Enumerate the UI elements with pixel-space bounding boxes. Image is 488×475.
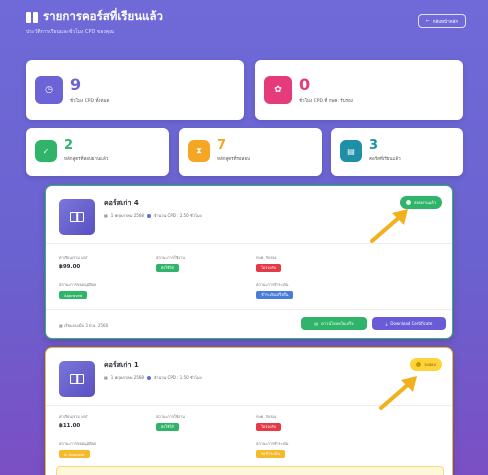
approval-label: สถานะการขออนุมัติผล [59, 441, 97, 446]
receipt-icon: ▤ [314, 321, 319, 326]
notice-box [56, 466, 444, 475]
course-book-icon [59, 361, 95, 397]
course-meta: ▦ 1 พฤษภาคม 2568 จำนวน CPD : 1.50 ชั่วโม… [104, 374, 202, 381]
stat-value: 9 [70, 75, 82, 94]
stat-card-passed: ✓ 2 หลักสูตรที่สอบผ่านแล้ว [26, 128, 169, 176]
payment-value: ชำระเงินเสร็จสิ้น [261, 292, 289, 297]
download-icon: ⤓ [385, 321, 388, 326]
status-badge-label: รอสอบ [424, 362, 436, 367]
stat-label: ชั่วโมง CPD ที่ กพค. รับรอง [299, 99, 353, 104]
approval-badge: Approved [59, 291, 88, 299]
annotation-arrow-icon [379, 376, 417, 410]
calendar-icon: ▦ [104, 375, 108, 380]
arrow-left-icon: ← [425, 18, 430, 24]
clock-icon: ◷ [35, 76, 63, 104]
course-cpd: จำนวน CPD : 2.50 ชั่วโมง [153, 213, 202, 218]
cert-badge: ไม่รองรับ [256, 264, 282, 272]
course-meta: ▦ 1 พฤษภาคม 2568 จำนวน CPD : 2.50 ชั่วโม… [104, 212, 202, 219]
cpd-dot-icon [146, 375, 151, 380]
payment-value: รอชำระเงิน [261, 451, 280, 456]
course-name: คอร์สเก่า 1 [104, 361, 139, 369]
stat-card-enrolled: ▤ 3 คอร์สที่เรียนแล้ว [331, 128, 463, 176]
stat-label: คอร์สที่เรียนแล้ว [369, 157, 401, 162]
back-button-label: กลับหน้าหลัก [432, 19, 459, 25]
check-icon: ✓ [35, 140, 57, 162]
payment-label: สถานะการชำระเงิน [256, 282, 289, 287]
course-date: 1 พฤษภาคม 2568 [110, 375, 144, 380]
cert-value: ไม่รองรับ [261, 424, 277, 429]
receipt-button-label: ดาวน์โหลดใบเสร็จ [321, 321, 354, 326]
hourglass-icon: ⧗ [188, 140, 210, 162]
stat-value: 7 [217, 138, 227, 153]
usage-badge: ยังใช้ได้ [156, 264, 179, 272]
usage-value: ยังใช้ได้ [161, 265, 174, 270]
course-book-icon [59, 199, 95, 235]
usage-value: ยังใช้ได้ [161, 424, 174, 429]
payment-badge: ชำระเงินเสร็จสิ้น [256, 291, 294, 299]
usage-label: สถานะการใช้งาน [156, 414, 185, 419]
download-certificate-button[interactable]: ⤓ Download Certificate [372, 317, 446, 330]
cert-label: กพค. รับรอง [256, 255, 277, 260]
page-header: รายการคอร์สที่เรียนแล้ว ประวัติการเรียนแ… [26, 8, 466, 48]
completed-date: ▦ เรียนจบเมื่อ 3 มิ.ย. 2568 [59, 322, 108, 329]
usage-badge: ยังใช้ได้ [156, 423, 179, 431]
stat-card-approved-cpd: ✿ 0 ชั่วโมง CPD ที่ กพค. รับรอง [255, 60, 463, 120]
payment-label: สถานะการชำระเงิน [256, 441, 289, 446]
price-label: ค่าเรียน/รวม VAT [59, 414, 88, 419]
price-value: ฿11.00 [59, 423, 81, 429]
usage-label: สถานะการใช้งาน [156, 255, 185, 260]
download-button-label: Download Certificate [390, 321, 433, 326]
payment-badge: รอชำระเงิน [256, 450, 285, 458]
stat-value: 3 [369, 138, 379, 153]
page-title: รายการคอร์สที่เรียนแล้ว [26, 8, 163, 26]
stat-label: หลักสูตรที่สอบผ่านแล้ว [64, 157, 109, 162]
cert-value: ไม่รองรับ [261, 265, 277, 270]
annotation-arrow-icon [370, 209, 408, 243]
course-date: 1 พฤษภาคม 2568 [110, 213, 144, 218]
status-badge: รอสอบ [410, 358, 442, 371]
calendar-icon: ▦ [104, 213, 108, 218]
page-title-text: รายการคอร์สที่เรียนแล้ว [43, 9, 163, 23]
price-label: ค่าเรียน/รวม VAT [59, 255, 88, 260]
hourglass-icon [416, 362, 422, 367]
completed-date-text: เรียนจบเมื่อ 3 มิ.ย. 2568 [64, 323, 109, 328]
approval-value: Approved [64, 292, 83, 298]
back-button[interactable]: ← กลับหน้าหลัก [418, 14, 466, 28]
cert-badge: ไม่รองรับ [256, 423, 282, 431]
approval-label: สถานะการขออนุมัติผล [59, 282, 97, 287]
stat-card-pending: ⧗ 7 หลักสูตรที่รอสอบ [179, 128, 322, 176]
award-icon: ✿ [264, 76, 292, 104]
approval-value: In Approve [64, 451, 85, 457]
status-badge-label: สอบผ่านแล้ว [414, 200, 436, 205]
book-icon: ▤ [340, 140, 362, 162]
cert-label: กพค. รับรอง [256, 414, 277, 419]
divider [46, 309, 452, 310]
approval-badge: In Approve [59, 450, 90, 458]
page-subtitle: ประวัติการเรียนและชั่วโมง CPD ของคุณ [26, 29, 114, 35]
stat-label: หลักสูตรที่รอสอบ [217, 157, 250, 162]
course-name: คอร์สเก่า 4 [104, 199, 139, 207]
stat-value: 2 [64, 138, 74, 153]
stat-label: ชั่วโมง CPD ทั้งหมด [70, 99, 110, 104]
stat-value: 0 [299, 75, 311, 94]
cpd-dot-icon [146, 213, 151, 218]
receipt-button[interactable]: ▤ ดาวน์โหลดใบเสร็จ [301, 317, 367, 330]
course-cpd: จำนวน CPD : 1.50 ชั่วโมง [153, 375, 202, 380]
book-icon [26, 11, 38, 23]
stat-card-total-cpd: ◷ 9 ชั่วโมง CPD ทั้งหมด [26, 60, 244, 120]
price-value: ฿99.00 [59, 264, 81, 270]
